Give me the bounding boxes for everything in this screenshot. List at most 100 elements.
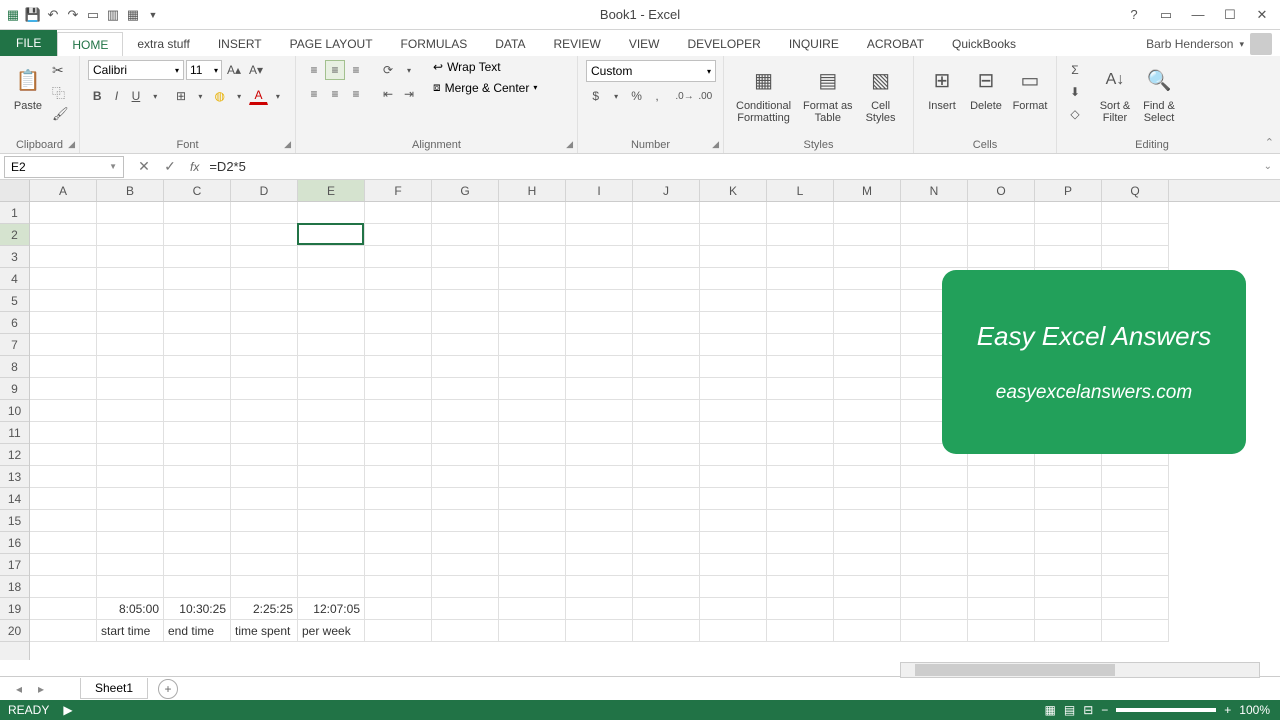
cell[interactable] [97, 488, 164, 510]
cell[interactable] [968, 598, 1035, 620]
cell[interactable] [968, 466, 1035, 488]
cell[interactable] [365, 356, 432, 378]
cell[interactable] [298, 224, 365, 246]
cell[interactable] [231, 290, 298, 312]
column-header[interactable]: D [231, 180, 298, 201]
cell[interactable] [633, 598, 700, 620]
tab-acrobat[interactable]: ACROBAT [853, 32, 938, 56]
cell[interactable] [767, 312, 834, 334]
cell[interactable] [97, 202, 164, 224]
cancel-icon[interactable]: ✕ [132, 156, 156, 178]
cell[interactable] [499, 532, 566, 554]
underline-button[interactable]: U [127, 86, 145, 106]
cell[interactable] [767, 356, 834, 378]
enter-icon[interactable]: ✓ [158, 156, 182, 178]
dialog-launcher-icon[interactable]: ◢ [712, 139, 719, 150]
tab-data[interactable]: DATA [481, 32, 539, 56]
cut-icon[interactable]: ✂ [52, 62, 69, 79]
cell[interactable] [767, 620, 834, 642]
cell[interactable] [499, 444, 566, 466]
cell[interactable] [298, 202, 365, 224]
cell[interactable] [164, 356, 231, 378]
cell[interactable] [30, 620, 97, 642]
cell[interactable] [30, 334, 97, 356]
cell[interactable] [566, 356, 633, 378]
cell[interactable] [633, 246, 700, 268]
add-sheet-button[interactable]: + [158, 679, 178, 699]
cell[interactable]: per week [298, 620, 365, 642]
cell[interactable] [365, 378, 432, 400]
border-icon[interactable]: ⊞ [172, 86, 190, 106]
cell[interactable] [834, 422, 901, 444]
cell[interactable] [432, 510, 499, 532]
row-header[interactable]: 18 [0, 576, 29, 598]
cell[interactable] [30, 598, 97, 620]
cell[interactable] [298, 488, 365, 510]
column-header[interactable]: H [499, 180, 566, 201]
tab-developer[interactable]: DEVELOPER [673, 32, 774, 56]
close-icon[interactable]: ✕ [1248, 4, 1276, 26]
cell[interactable] [231, 576, 298, 598]
cell[interactable] [566, 466, 633, 488]
cell[interactable] [30, 312, 97, 334]
cell[interactable] [901, 620, 968, 642]
cell[interactable] [1035, 466, 1102, 488]
cell[interactable] [432, 334, 499, 356]
cell[interactable] [298, 356, 365, 378]
save-icon[interactable]: 💾 [24, 6, 42, 24]
cell[interactable] [432, 488, 499, 510]
tab-home[interactable]: HOME [57, 32, 123, 57]
cell[interactable] [164, 532, 231, 554]
cell[interactable]: end time [164, 620, 231, 642]
cell[interactable] [700, 334, 767, 356]
cell[interactable] [633, 312, 700, 334]
cell[interactable] [231, 554, 298, 576]
cell[interactable] [566, 202, 633, 224]
cell[interactable] [298, 378, 365, 400]
row-header[interactable]: 15 [0, 510, 29, 532]
cell[interactable] [901, 598, 968, 620]
cell[interactable] [499, 598, 566, 620]
row-header[interactable]: 3 [0, 246, 29, 268]
cell[interactable] [164, 444, 231, 466]
cell[interactable] [164, 576, 231, 598]
cell[interactable] [432, 620, 499, 642]
cell[interactable] [767, 488, 834, 510]
row-header[interactable]: 17 [0, 554, 29, 576]
row-header[interactable]: 1 [0, 202, 29, 224]
cell[interactable] [901, 576, 968, 598]
cell[interactable] [30, 466, 97, 488]
cell[interactable] [633, 268, 700, 290]
view-layout-icon[interactable]: ▤ [1064, 703, 1075, 717]
cell[interactable] [97, 444, 164, 466]
column-header[interactable]: G [432, 180, 499, 201]
cell[interactable] [700, 444, 767, 466]
cell[interactable] [834, 554, 901, 576]
cell[interactable] [432, 268, 499, 290]
cell[interactable] [499, 356, 566, 378]
cell[interactable] [365, 510, 432, 532]
qat-more-icon[interactable]: ▼ [144, 6, 162, 24]
cell[interactable] [231, 246, 298, 268]
row-header[interactable]: 12 [0, 444, 29, 466]
cell[interactable]: 2:25:25 [231, 598, 298, 620]
cell[interactable] [1102, 224, 1169, 246]
cell[interactable] [767, 334, 834, 356]
cell[interactable] [834, 268, 901, 290]
cell[interactable] [30, 378, 97, 400]
qat-icon[interactable]: ▭ [84, 6, 102, 24]
merge-center-button[interactable]: ⧈Merge & Center▾ [433, 80, 537, 95]
cell[interactable] [767, 554, 834, 576]
cell[interactable] [834, 466, 901, 488]
cell[interactable] [901, 510, 968, 532]
cell[interactable] [97, 576, 164, 598]
cell[interactable] [30, 268, 97, 290]
cell[interactable] [164, 290, 231, 312]
cell[interactable] [566, 422, 633, 444]
cell[interactable] [164, 312, 231, 334]
user-account[interactable]: Barb Henderson▾ [1146, 33, 1272, 55]
cell[interactable] [97, 510, 164, 532]
tab-pagelayout[interactable]: PAGE LAYOUT [276, 32, 387, 56]
cell[interactable] [834, 400, 901, 422]
clear-icon[interactable]: ◇ [1065, 104, 1085, 124]
